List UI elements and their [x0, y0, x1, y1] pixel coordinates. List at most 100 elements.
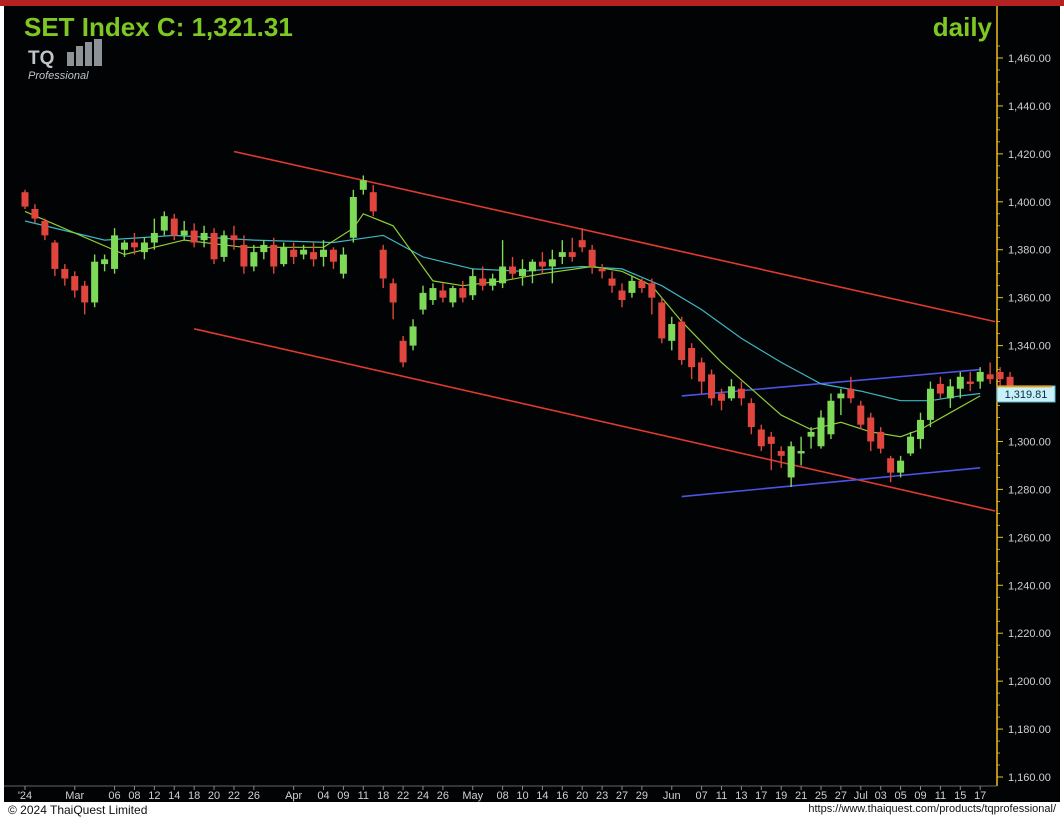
x-tick-label: Jul — [854, 790, 868, 802]
candle-body — [897, 460, 905, 473]
candle-body — [718, 393, 725, 401]
candle-body — [150, 232, 158, 243]
candle-body — [210, 232, 218, 260]
candle-body — [827, 400, 835, 435]
candle-body — [936, 383, 944, 394]
candle-body — [240, 244, 248, 267]
y-tick-label: 1,360.00 — [1008, 293, 1051, 305]
logo-subtext: Professional — [28, 70, 89, 82]
candle-body — [339, 254, 347, 274]
candle-body — [409, 326, 417, 346]
candle-body — [170, 218, 178, 236]
candle-body — [976, 371, 984, 382]
candle-body — [479, 278, 487, 286]
x-tick-label: 09 — [337, 790, 349, 802]
candle-body — [917, 419, 924, 440]
logo-text: TQ — [28, 48, 54, 69]
source-url[interactable]: https://www.thaiquest.com/products/tqpro… — [808, 803, 1056, 815]
y-tick-label: 1,280.00 — [1008, 484, 1051, 496]
candle-body — [31, 208, 39, 219]
x-tick-label: 18 — [188, 790, 200, 802]
candle-body — [489, 278, 497, 286]
x-tick-label: 29 — [636, 790, 648, 802]
y-tick-label: 1,180.00 — [1008, 724, 1051, 736]
x-tick-label: 09 — [914, 790, 926, 802]
candlestick-chart[interactable]: SET Index C: 1,321.31 daily TQ Professio… — [0, 0, 1064, 822]
x-tick-label: 18 — [377, 790, 389, 802]
x-tick-label: 10 — [516, 790, 528, 802]
candle-body — [588, 249, 596, 267]
x-tick-label: 17 — [974, 790, 986, 802]
candle-body — [379, 249, 387, 279]
copyright-text: © 2024 ThaiQuest Limited — [8, 803, 148, 817]
last-price-label: 1,319.81 — [1005, 389, 1048, 401]
y-tick-label: 1,340.00 — [1008, 341, 1051, 353]
x-tick-label: 15 — [954, 790, 966, 802]
candle-body — [121, 242, 128, 250]
candle-body — [200, 232, 208, 241]
candle-body — [260, 244, 268, 253]
candle-body — [320, 249, 327, 257]
y-tick-label: 1,300.00 — [1008, 436, 1051, 448]
candle-body — [280, 247, 288, 265]
candle-body — [359, 180, 367, 190]
chart-title: SET Index C: 1,321.31 — [24, 12, 293, 42]
x-tick-label: 11 — [935, 790, 946, 802]
candle-body — [329, 249, 337, 262]
x-tick-label: 26 — [437, 790, 449, 802]
candle-body — [578, 240, 586, 248]
x-tick-label: 08 — [128, 790, 140, 802]
candle-body — [558, 252, 566, 257]
y-tick-label: 1,460.00 — [1008, 53, 1051, 65]
candle-body — [61, 268, 69, 279]
y-tick-label: 1,260.00 — [1008, 532, 1051, 544]
candle-body — [767, 436, 775, 444]
candle-body — [966, 381, 974, 384]
y-tick-label: 1,440.00 — [1008, 101, 1051, 113]
candle-body — [429, 288, 437, 301]
candle-body — [449, 288, 457, 303]
candle-body — [51, 242, 59, 269]
candle-body — [190, 230, 198, 243]
candle-body — [797, 451, 805, 454]
x-tick-label: May — [462, 790, 483, 802]
candle-body — [907, 436, 915, 454]
x-tick-label: 16 — [556, 790, 568, 802]
candle-up — [349, 189, 357, 243]
x-tick-label: 17 — [755, 790, 767, 802]
candle-body — [230, 235, 238, 241]
candle-body — [608, 278, 616, 286]
candle-body — [81, 285, 89, 303]
candle-body — [946, 386, 954, 399]
y-tick-label: 1,220.00 — [1008, 628, 1051, 640]
plot-background — [4, 6, 996, 802]
candle-body — [787, 446, 795, 478]
candle-body — [727, 386, 735, 399]
candle-down — [658, 297, 666, 344]
candle-body — [270, 244, 278, 267]
x-tick-label: 23 — [596, 790, 608, 802]
chart-frame: SET Index C: 1,321.31 daily TQ Professio… — [0, 0, 1064, 822]
x-tick-label: 26 — [248, 790, 260, 802]
candle-body — [499, 266, 507, 284]
candle-body — [837, 393, 845, 399]
candle-body — [91, 261, 99, 303]
candle-body — [618, 290, 626, 301]
candle-body — [708, 374, 716, 399]
x-tick-label: 06 — [108, 790, 120, 802]
x-tick-label: Apr — [285, 790, 302, 802]
candle-body — [519, 268, 526, 277]
candle-body — [688, 347, 696, 368]
period-label: daily — [933, 12, 993, 42]
x-tick-label: 11 — [358, 790, 369, 802]
last-price-marker: 1,319.81 — [996, 385, 1056, 403]
candle-body — [130, 242, 138, 248]
x-tick-label: 11 — [716, 790, 727, 802]
x-tick-label: 21 — [795, 790, 807, 802]
candle-body — [598, 268, 606, 272]
candle-body — [111, 235, 119, 269]
candle-body — [41, 220, 49, 236]
y-tick-label: 1,380.00 — [1008, 245, 1051, 257]
candle-body — [538, 261, 546, 267]
candle-body — [250, 252, 258, 267]
